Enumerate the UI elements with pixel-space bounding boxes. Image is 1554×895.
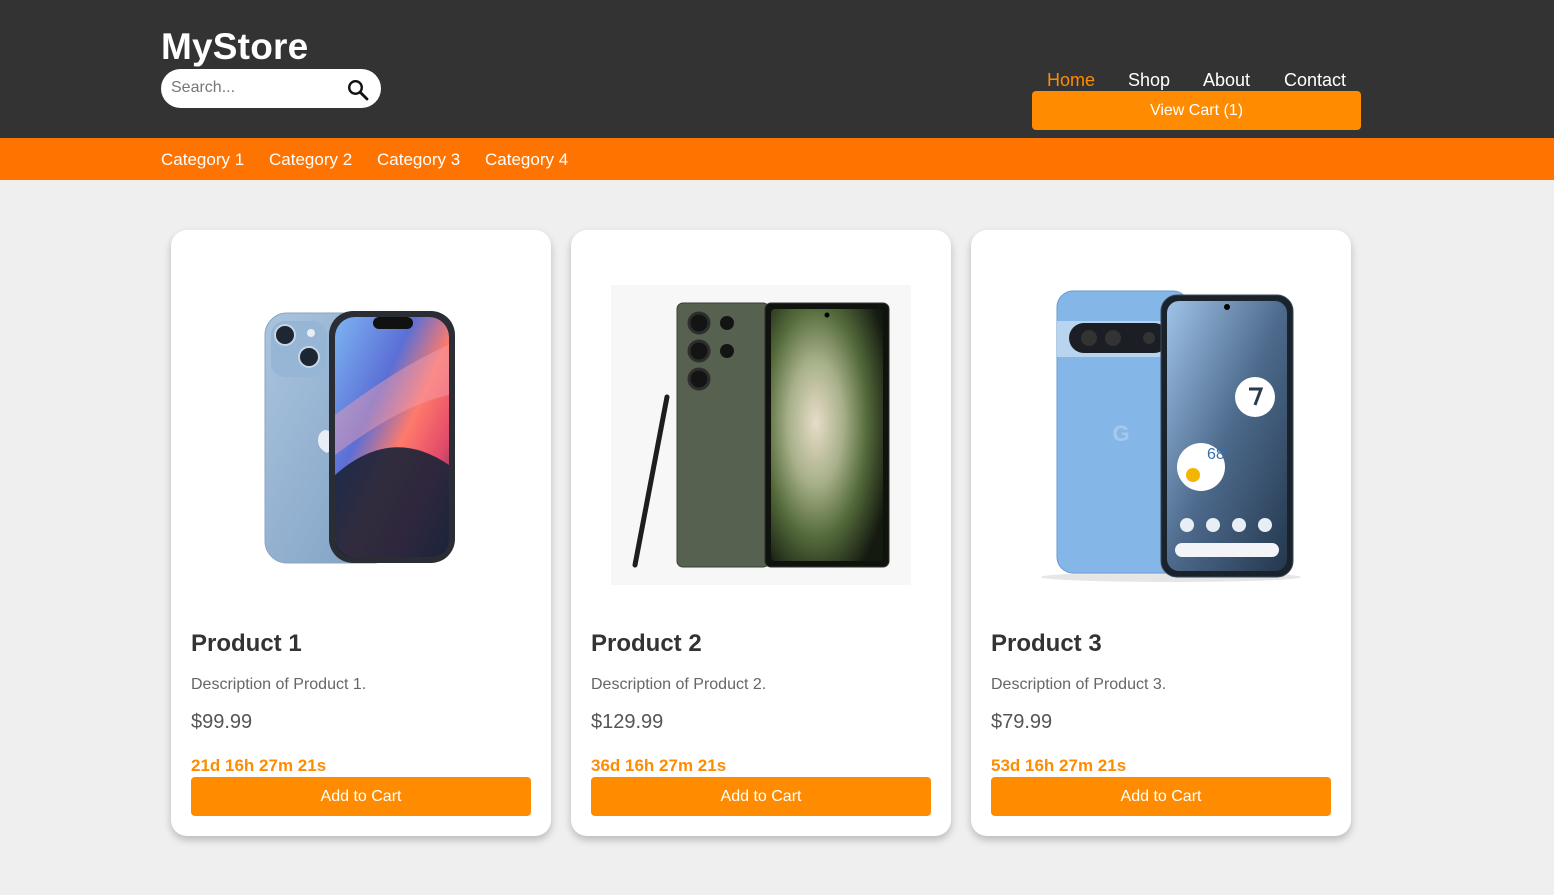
search-icon	[347, 79, 369, 101]
product-description: Description of Product 2.	[591, 676, 767, 693]
countdown-timer: 36d 16h 27m 21s	[591, 756, 727, 775]
svg-text:G: G	[1112, 421, 1129, 446]
pixel-image[interactable]: G 68°	[1021, 285, 1301, 585]
countdown-timer: 53d 16h 27m 21s	[991, 756, 1127, 775]
category-bar: Category 1 Category 2 Category 3 Categor…	[0, 138, 1554, 180]
iphone-image[interactable]	[261, 305, 461, 565]
category-link-3[interactable]: Category 3	[377, 150, 460, 170]
product-image-wrap	[191, 250, 531, 620]
product-title: Product 3	[991, 630, 1102, 657]
product-price: $79.99	[991, 711, 1053, 733]
add-to-cart-button[interactable]: Add to Cart	[991, 777, 1331, 816]
galaxy-image[interactable]	[611, 285, 911, 585]
product-price: $129.99	[591, 711, 664, 733]
svg-text:68°: 68°	[1207, 446, 1231, 463]
product-title: Product 2	[591, 630, 702, 657]
product-image-wrap: G 68°	[991, 250, 1331, 620]
category-link-2[interactable]: Category 2	[269, 150, 352, 170]
add-to-cart-button[interactable]: Add to Cart	[191, 777, 531, 816]
product-title: Product 1	[191, 630, 302, 657]
product-image-wrap	[591, 250, 931, 620]
nav-home[interactable]: Home	[1047, 70, 1095, 91]
product-card: G 68° Product 3 Description of Product 3…	[971, 230, 1351, 836]
nav-shop[interactable]: Shop	[1128, 70, 1170, 91]
product-card: Product 2 Description of Product 2. $129…	[571, 230, 951, 836]
product-card: Product 1 Description of Product 1. $99.…	[171, 230, 551, 836]
nav-about[interactable]: About	[1203, 70, 1250, 91]
countdown-timer: 21d 16h 27m 21s	[191, 756, 327, 775]
add-to-cart-button[interactable]: Add to Cart	[591, 777, 931, 816]
search-box	[161, 69, 381, 108]
search-button[interactable]	[345, 77, 371, 103]
site-header: MyStore Home Shop About Contact View Car…	[0, 0, 1554, 138]
category-link-1[interactable]: Category 1	[161, 150, 244, 170]
site-logo[interactable]: MyStore	[161, 26, 308, 68]
main-nav: Home Shop About Contact	[1030, 70, 1360, 92]
nav-contact[interactable]: Contact	[1284, 70, 1346, 91]
category-link-4[interactable]: Category 4	[485, 150, 568, 170]
product-description: Description of Product 1.	[191, 676, 367, 693]
search-input[interactable]	[171, 77, 341, 99]
view-cart-button[interactable]: View Cart (1)	[1032, 91, 1361, 130]
product-description: Description of Product 3.	[991, 676, 1167, 693]
product-price: $99.99	[191, 711, 253, 733]
